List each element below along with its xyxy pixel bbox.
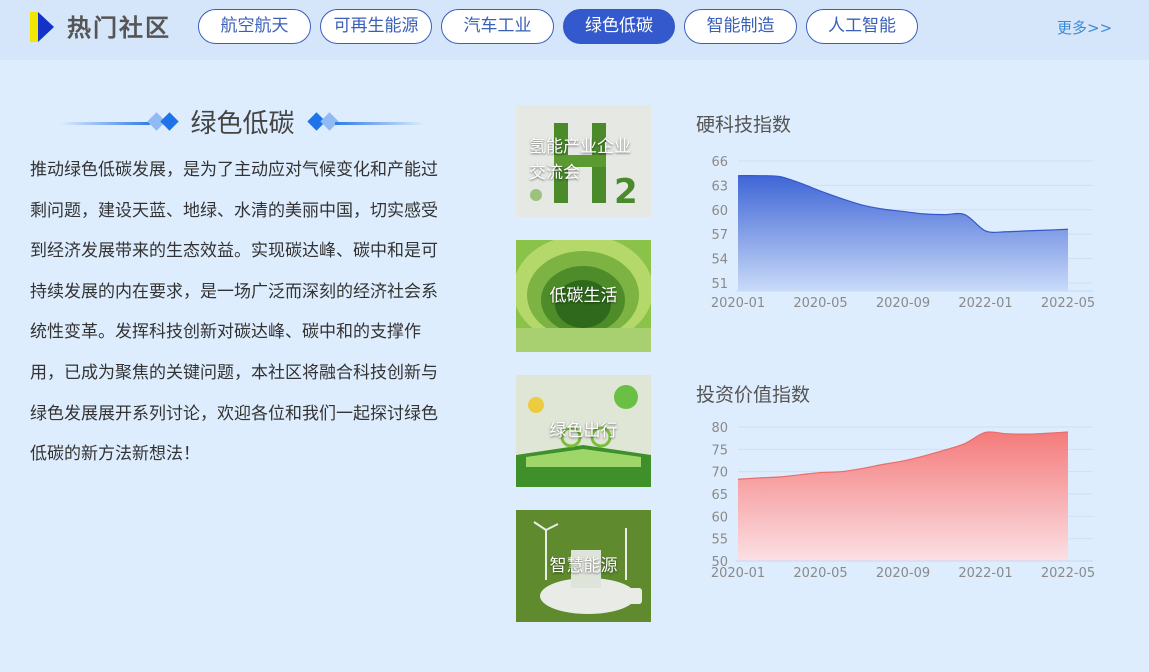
x-tick-label: 2020-05	[793, 566, 847, 581]
y-tick-label: 51	[711, 277, 728, 292]
y-tick-label: 60	[711, 204, 728, 219]
x-tick-label: 2020-01	[711, 566, 765, 581]
section-title: 热门社区	[67, 14, 171, 42]
intro-heading: 绿色低碳	[60, 104, 425, 144]
thumbnail-caption: 绿色出行	[549, 421, 618, 441]
x-tick-label: 2022-01	[958, 566, 1012, 581]
chart-title-hard-tech: 硬科技指数	[696, 114, 792, 136]
thumbnail-caption: 氢能产业企业交流会	[529, 137, 631, 183]
y-tick-label: 70	[711, 466, 728, 481]
hard-tech-index-chart: 51 54 57 60 63 66 2020-01 2020-05 2020-09 2022-01…	[711, 155, 1095, 311]
community-tabs: 航空航天 可再生能源 汽车工业 绿色低碳 智能制造 人工智能	[198, 9, 927, 44]
x-tick-label: 2020-05	[793, 296, 847, 311]
y-tick-label: 75	[711, 443, 728, 458]
thumbnail-hydrogen[interactable]: 2 氢能产业企业交流会	[516, 105, 651, 217]
thumbnail-caption: 低碳生活	[549, 286, 618, 306]
tab-automotive[interactable]: 汽车工业	[441, 9, 554, 44]
x-tick-label: 2020-09	[876, 566, 930, 581]
top-bar: 热门社区 航空航天 可再生能源 汽车工业 绿色低碳 智能制造 人工智能 更多>>	[0, 0, 1149, 60]
y-tick-label: 60	[711, 510, 728, 525]
tab-intelligent-manufacturing[interactable]: 智能制造	[684, 9, 797, 44]
y-tick-label: 57	[711, 228, 728, 243]
tab-green-low-carbon[interactable]: 绿色低碳	[563, 9, 675, 44]
more-link[interactable]: 更多>>	[1057, 17, 1112, 38]
thumbnail-green-travel[interactable]: 绿色出行	[516, 375, 651, 487]
x-tick-label: 2022-05	[1041, 296, 1095, 311]
arrow-logo-icon	[30, 12, 54, 42]
thumbnail-low-carbon-life[interactable]: 低碳生活	[516, 240, 651, 352]
series-area	[738, 431, 1068, 561]
y-tick-label: 65	[711, 488, 728, 503]
series-area	[738, 175, 1068, 291]
chart-title-investment-value: 投资价值指数	[696, 384, 811, 406]
thumbnail-caption: 智慧能源	[549, 556, 618, 576]
x-tick-label: 2022-01	[958, 296, 1012, 311]
x-tick-label: 2022-05	[1041, 566, 1095, 581]
x-tick-label: 2020-01	[711, 296, 765, 311]
investment-value-index-chart: 505560657075802020-01 2020-05 2020-09 2022-…	[711, 421, 1095, 581]
intro-description: 推动绿色低碳发展，是为了主动应对气候变化和产能过剩问题，建设天蓝、地绿、水清的美…	[30, 160, 438, 465]
x-tick-label: 2020-09	[876, 296, 930, 311]
y-tick-label: 66	[711, 155, 728, 170]
tab-ai[interactable]: 人工智能	[806, 9, 918, 44]
y-tick-label: 55	[711, 533, 728, 548]
y-tick-label: 54	[711, 253, 728, 268]
tab-aerospace[interactable]: 航空航天	[198, 9, 311, 44]
tab-renewable-energy[interactable]: 可再生能源	[320, 9, 432, 44]
heading-line-right	[335, 122, 425, 125]
y-tick-label: 63	[711, 179, 728, 194]
y-tick-label: 80	[711, 421, 728, 436]
thumbnail-smart-energy[interactable]: 智慧能源	[516, 510, 651, 622]
